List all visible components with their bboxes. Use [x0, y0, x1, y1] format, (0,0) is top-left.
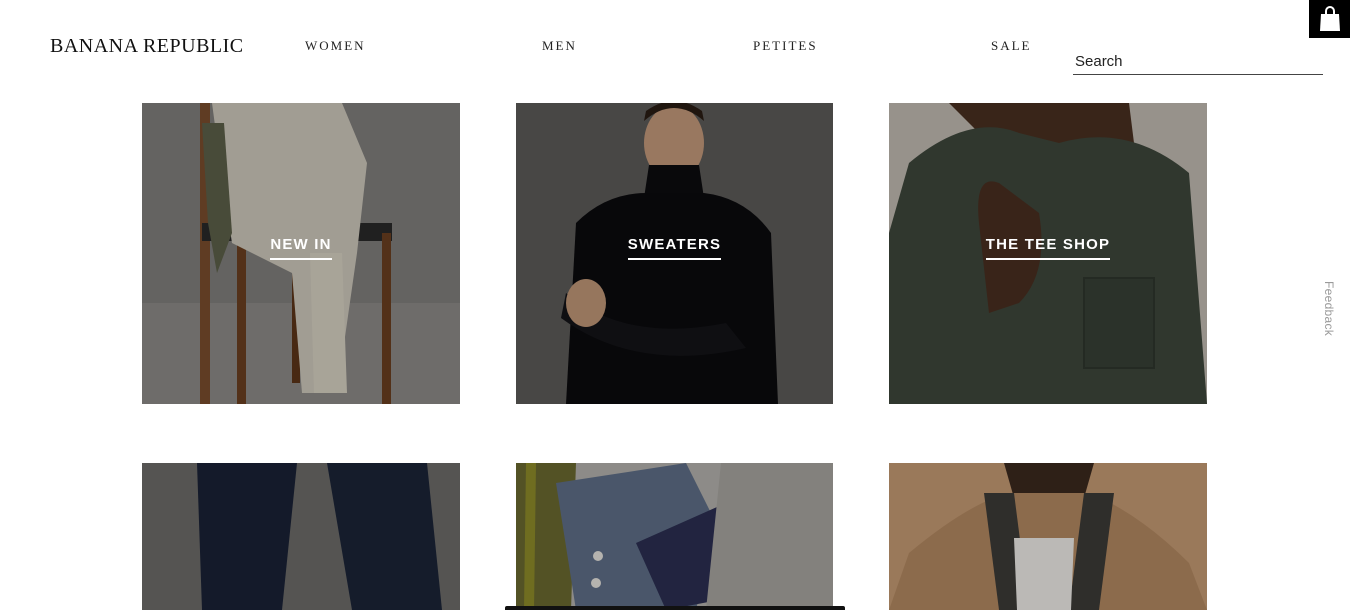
tile-overlay: [142, 463, 460, 610]
category-tile-new-in[interactable]: NEW IN: [142, 103, 460, 404]
nav-women[interactable]: WOMEN: [305, 38, 366, 54]
category-tile-outerwear[interactable]: [889, 463, 1207, 610]
bottom-toolbar-edge: [505, 606, 845, 610]
category-tile-tee-shop[interactable]: THE TEE SHOP: [889, 103, 1207, 404]
category-tile-sweaters[interactable]: SWEATERS: [516, 103, 833, 404]
tile-overlay: [516, 463, 833, 610]
site-header: BANANA REPUBLIC WOMEN MEN PETITES SALE: [0, 0, 1350, 92]
search-input[interactable]: [1073, 48, 1323, 74]
category-tile-shirts[interactable]: [516, 463, 833, 610]
shopping-bag-icon: [1320, 6, 1340, 31]
shopping-bag-button[interactable]: [1309, 0, 1350, 38]
brand-logo[interactable]: BANANA REPUBLIC: [50, 35, 244, 58]
nav-petites[interactable]: PETITES: [753, 38, 818, 54]
feedback-label: Feedback: [1322, 281, 1336, 337]
tile-label-sweaters[interactable]: SWEATERS: [627, 236, 722, 260]
tile-label-tee-shop[interactable]: THE TEE SHOP: [985, 236, 1111, 260]
tile-label-new-in[interactable]: NEW IN: [270, 236, 332, 260]
nav-men[interactable]: MEN: [542, 38, 577, 54]
tile-overlay: [889, 463, 1207, 610]
category-tile-pants[interactable]: [142, 463, 460, 610]
nav-sale[interactable]: SALE: [991, 38, 1032, 54]
feedback-tab[interactable]: Feedback: [1320, 281, 1340, 345]
search-field: [1073, 48, 1323, 75]
